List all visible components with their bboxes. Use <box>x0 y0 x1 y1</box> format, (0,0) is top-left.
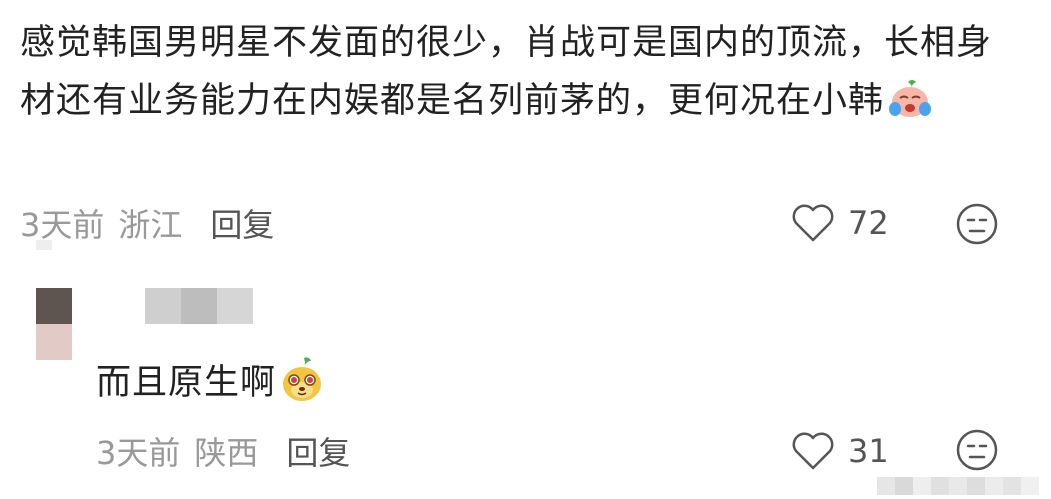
reply-meta: 3天前 陕西 回复 <box>96 428 350 474</box>
comment-like-count: 72 <box>848 204 889 242</box>
emoji-reaction-icon[interactable] <box>955 202 999 246</box>
comment-location: 浙江 <box>118 206 183 244</box>
emoji-reaction-icon[interactable] <box>955 428 999 472</box>
reply-reply-button[interactable]: 回复 <box>286 428 350 474</box>
reply-body: 而且原生啊 <box>96 356 326 408</box>
comment-like-button[interactable]: 72 <box>790 200 889 246</box>
comment-time: 3天前 <box>20 206 105 244</box>
reply-like-count: 31 <box>848 432 889 470</box>
watermark-blur <box>877 477 1039 495</box>
heart-icon <box>792 204 834 242</box>
username-blurred[interactable] <box>145 288 253 324</box>
heart-icon <box>792 432 834 470</box>
reply-location: 陕西 <box>194 434 259 472</box>
reply-like-button[interactable]: 31 <box>790 428 889 474</box>
divider <box>36 240 52 250</box>
comment-text: 感觉韩国男明星不发面的很少，肖战可是国内的顶流，长相身材还有业务能力在内娱都是名… <box>20 23 993 121</box>
reply-time: 3天前 <box>96 434 181 472</box>
reply-text: 而且原生啊 <box>96 363 277 403</box>
comment-meta: 3天前 浙江 回复 <box>20 200 274 246</box>
comment-body: 感觉韩国男明星不发面的很少，肖战可是国内的顶流，长相身材还有业务能力在内娱都是名… <box>20 14 1020 130</box>
avatar[interactable] <box>36 288 72 360</box>
comment-reply-button[interactable]: 回复 <box>210 200 274 246</box>
crying-face-emoji-icon <box>889 80 932 117</box>
dog-face-emoji-icon <box>283 357 322 401</box>
